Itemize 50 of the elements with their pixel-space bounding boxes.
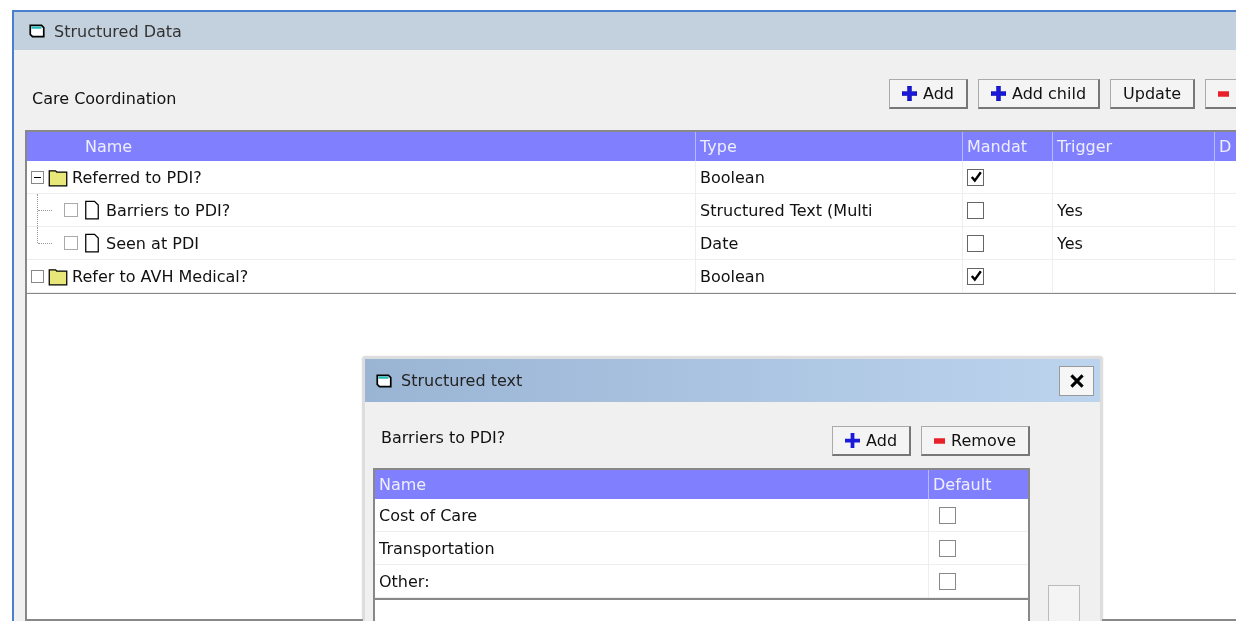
plus-icon xyxy=(991,86,1006,101)
default-checkbox[interactable] xyxy=(939,572,956,590)
column-header[interactable]: Mandat xyxy=(962,132,1052,161)
option-name: Cost of Care xyxy=(379,505,478,525)
close-icon xyxy=(1069,373,1084,388)
document-icon xyxy=(82,232,102,254)
checkbox[interactable] xyxy=(64,203,78,217)
default-checkbox[interactable] xyxy=(939,539,956,557)
item-name: Seen at PDI xyxy=(106,233,199,253)
window-title: Structured Data xyxy=(54,21,182,41)
toolbar-button[interactable]: Add xyxy=(889,79,968,109)
item-name: Refer to AVH Medical? xyxy=(72,266,249,286)
type-cell: Date xyxy=(700,233,739,253)
column-header[interactable]: Type xyxy=(695,132,962,161)
toolbar-button[interactable]: Add child xyxy=(978,79,1101,109)
mandatory-checkbox[interactable] xyxy=(967,267,984,285)
mandatory-checkbox[interactable] xyxy=(967,234,984,252)
column-header[interactable]: Name xyxy=(375,470,928,499)
minus-icon xyxy=(934,437,946,444)
close-button[interactable] xyxy=(1059,365,1094,396)
column-header[interactable]: Default xyxy=(928,470,1028,499)
expand-toggle[interactable] xyxy=(31,269,44,283)
mandatory-checkbox[interactable] xyxy=(967,168,984,186)
type-cell: Boolean xyxy=(700,266,765,286)
type-cell: Boolean xyxy=(700,167,765,187)
window-icon xyxy=(28,22,46,40)
option-name: Other: xyxy=(379,571,430,591)
option-name: Transportation xyxy=(379,538,495,558)
item-name: Referred to PDI? xyxy=(72,167,202,187)
column-header[interactable]: Trigger xyxy=(1052,132,1214,161)
plus-icon xyxy=(902,86,917,101)
checkbox[interactable] xyxy=(64,236,78,250)
minus-icon xyxy=(1218,90,1229,97)
item-name: Barriers to PDI? xyxy=(106,200,231,220)
dialog-button[interactable]: Remove xyxy=(921,426,1030,456)
document-icon xyxy=(82,199,102,221)
dialog-button[interactable]: Add xyxy=(832,426,912,456)
column-header[interactable]: Name xyxy=(27,132,695,161)
expand-toggle[interactable] xyxy=(31,170,44,184)
dialog-title: Structured text xyxy=(401,371,523,390)
trigger-cell: Yes xyxy=(1057,233,1083,253)
column-header[interactable]: D xyxy=(1214,132,1236,161)
trigger-cell: Yes xyxy=(1057,200,1083,220)
toolbar-button[interactable]: Update xyxy=(1110,79,1195,109)
type-cell: Structured Text (Multi xyxy=(700,200,873,220)
mandatory-checkbox[interactable] xyxy=(967,201,984,219)
field-label: Barriers to PDI? xyxy=(381,428,506,447)
plus-icon xyxy=(845,433,861,448)
default-checkbox[interactable] xyxy=(939,506,956,524)
section-title: Care Coordination xyxy=(32,88,177,108)
